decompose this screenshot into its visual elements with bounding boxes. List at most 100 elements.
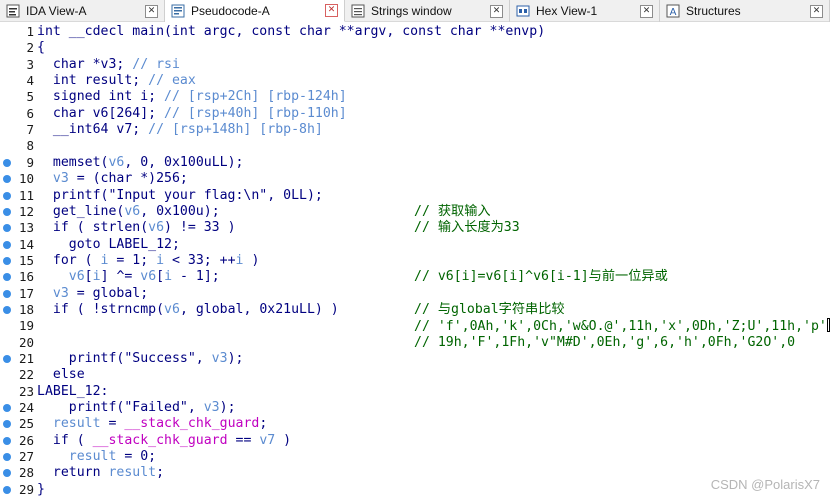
svg-text:A: A	[670, 7, 677, 18]
code-token: );	[227, 351, 244, 366]
code-line[interactable]: 4 int result; // eax	[0, 73, 830, 89]
line-number: 7	[26, 122, 34, 138]
code-text: v3 = (char *)256;	[37, 171, 188, 187]
breakpoint-dot-icon[interactable]	[3, 240, 11, 249]
close-icon[interactable]: ✕	[145, 4, 158, 18]
code-line[interactable]: 27 result = 0;	[0, 449, 830, 465]
code-text: printf("Failed", v3);	[37, 400, 236, 416]
code-text: v3 = global;	[37, 286, 148, 302]
code-token: if ( strlen(	[37, 220, 149, 236]
code-text: {	[37, 40, 45, 56]
code-global: __stack_chk_guard	[124, 416, 260, 432]
line-number: 11	[18, 187, 34, 203]
breakpoint-dot-icon[interactable]	[3, 355, 11, 363]
line-number: 5	[26, 89, 34, 105]
line-number: 9	[26, 154, 34, 170]
code-line[interactable]: 15 for ( i = 1; i < 33; ++i )	[0, 253, 830, 269]
watermark: CSDN @PolarisX7	[710, 477, 820, 492]
code-line[interactable]: 20 // 19h,'F',1Fh,'v"M#D',0Eh,'g',6,'h',0…	[0, 335, 830, 351]
code-line[interactable]: 9 memset(v6, 0, 0x100uLL);	[0, 155, 830, 171]
tab-ida-view-a[interactable]: IDA View-A ✕	[0, 0, 165, 22]
pseudocode-view[interactable]: 1 int __cdecl main(int argc, const char *…	[0, 22, 830, 498]
breakpoint-dot-icon[interactable]	[3, 436, 11, 445]
breakpoint-dot-icon[interactable]	[3, 404, 11, 413]
code-line[interactable]: 21 printf("Success", v3);	[0, 351, 830, 367]
code-text: return result;	[37, 465, 164, 481]
code-line[interactable]: 8	[0, 138, 830, 154]
code-line[interactable]: 29}	[0, 482, 830, 498]
code-line[interactable]: 25 result = __stack_chk_guard;	[0, 416, 830, 432]
code-line[interactable]: 22 else	[0, 367, 830, 383]
breakpoint-dot-icon[interactable]	[3, 256, 11, 265]
code-line[interactable]: 6 char v6[264]; // [rsp+40h] [rbp-110h]	[0, 106, 830, 122]
line-number: 16	[18, 269, 34, 285]
code-token: int __cdecl main(int argc, const char **…	[37, 24, 546, 39]
code-text: get_line(v6, 0x100u);	[37, 204, 220, 220]
code-text: LABEL_12:	[37, 384, 108, 400]
code-line[interactable]: 10 v3 = (char *)256;	[0, 171, 830, 187]
breakpoint-dot-icon[interactable]	[3, 420, 11, 429]
code-line[interactable]: 2{	[0, 40, 830, 56]
code-line[interactable]: 23 LABEL_12:	[0, 384, 830, 400]
code-line[interactable]: 14 goto LABEL_12;	[0, 237, 830, 253]
breakpoint-dot-icon[interactable]	[3, 207, 11, 216]
breakpoint-dot-icon[interactable]	[3, 158, 11, 167]
close-icon[interactable]: ✕	[490, 4, 503, 18]
breakpoint-dot-icon[interactable]	[3, 289, 11, 298]
code-global: __stack_chk_guard	[92, 432, 228, 448]
code-variable: v3	[203, 400, 220, 416]
breakpoint-dot-icon[interactable]	[3, 191, 11, 200]
code-line[interactable]: 11 printf("Input your flag:\n", 0LL);	[0, 188, 830, 204]
breakpoint-dot-icon[interactable]	[3, 485, 11, 494]
close-icon[interactable]: ✕	[810, 4, 823, 18]
close-icon[interactable]: ✕	[325, 4, 338, 17]
code-line[interactable]: 12 get_line(v6, 0x100u); // 获取输入	[0, 204, 830, 220]
code-token: =	[100, 416, 125, 432]
breakpoint-dot-icon[interactable]	[3, 469, 11, 478]
code-line[interactable]: 28 return result;	[0, 465, 830, 481]
code-comment: // [rsp+148h] [rbp-8h]	[148, 122, 323, 138]
comment-text: // 19h,'F',1Fh,'v"M#D',0Eh,'g',6,'h',0Fh…	[414, 334, 796, 350]
code-line[interactable]: 19 // 'f',0Ah,'k',0Ch,'w&O.@',11h,'x',0Dh…	[0, 318, 830, 334]
line-number: 21	[18, 351, 34, 366]
breakpoint-dot-icon[interactable]	[3, 224, 11, 233]
line-number: 8	[26, 138, 34, 154]
code-variable: v3	[52, 285, 69, 301]
code-line[interactable]: 18 if ( !strncmp(v6, global, 0x21uLL) ) /…	[0, 302, 830, 318]
code-token: }	[37, 481, 45, 497]
line-number: 29	[18, 481, 34, 497]
code-line[interactable]: 26 if ( __stack_chk_guard == v7 )	[0, 433, 830, 449]
line-number: 2	[26, 40, 34, 56]
code-token: signed int i;	[37, 89, 165, 105]
code-line[interactable]: 3 char *v3; // rsi	[0, 57, 830, 73]
code-line[interactable]: 7 __int64 v7; // [rsp+148h] [rbp-8h]	[0, 122, 830, 138]
close-icon[interactable]: ✕	[640, 4, 653, 18]
tab-strings-window[interactable]: Strings window ✕	[345, 0, 510, 22]
breakpoint-dot-icon[interactable]	[3, 305, 11, 314]
code-text: if ( strlen(v6) != 33 )	[37, 220, 236, 236]
breakpoint-dot-icon[interactable]	[3, 175, 11, 184]
code-token: if (	[37, 432, 93, 448]
code-token: = global;	[68, 285, 149, 301]
code-token: printf("Success",	[37, 351, 212, 366]
code-token: printf("Input your flag:\n", 0LL);	[37, 187, 323, 203]
code-line[interactable]: 5 signed int i; // [rsp+2Ch] [rbp-124h]	[0, 89, 830, 105]
breakpoint-dot-icon[interactable]	[3, 453, 11, 462]
code-token: printf("Failed",	[37, 400, 204, 416]
code-text: char *v3; // rsi	[37, 57, 180, 73]
code-text: memset(v6, 0, 0x100uLL);	[37, 155, 244, 171]
code-line[interactable]: 1 int __cdecl main(int argc, const char *…	[0, 24, 830, 40]
tab-structures[interactable]: A Structures ✕	[660, 0, 830, 22]
code-line[interactable]: 16 v6[i] ^= v6[i - 1];// v6[i]=v6[i]^v6[…	[0, 269, 830, 285]
line-number: 12	[18, 203, 34, 219]
text-cursor	[826, 318, 830, 333]
breakpoint-dot-icon[interactable]	[3, 273, 11, 282]
tab-pseudocode-a[interactable]: Pseudocode-A ✕	[165, 0, 345, 22]
tab-hex-view-1[interactable]: Hex View-1 ✕	[510, 0, 660, 22]
code-line[interactable]: 24 printf("Failed", v3);	[0, 400, 830, 416]
code-text: }	[37, 482, 45, 498]
code-line[interactable]: 13 if ( strlen(v6) != 33 ) // 输入长度为33	[0, 220, 830, 236]
line-number: 18	[18, 301, 34, 317]
code-line[interactable]: 17 v3 = global;	[0, 286, 830, 302]
comment-text: // v6[i]=v6[i]^v6[i-1]与前一位异或	[414, 269, 668, 285]
